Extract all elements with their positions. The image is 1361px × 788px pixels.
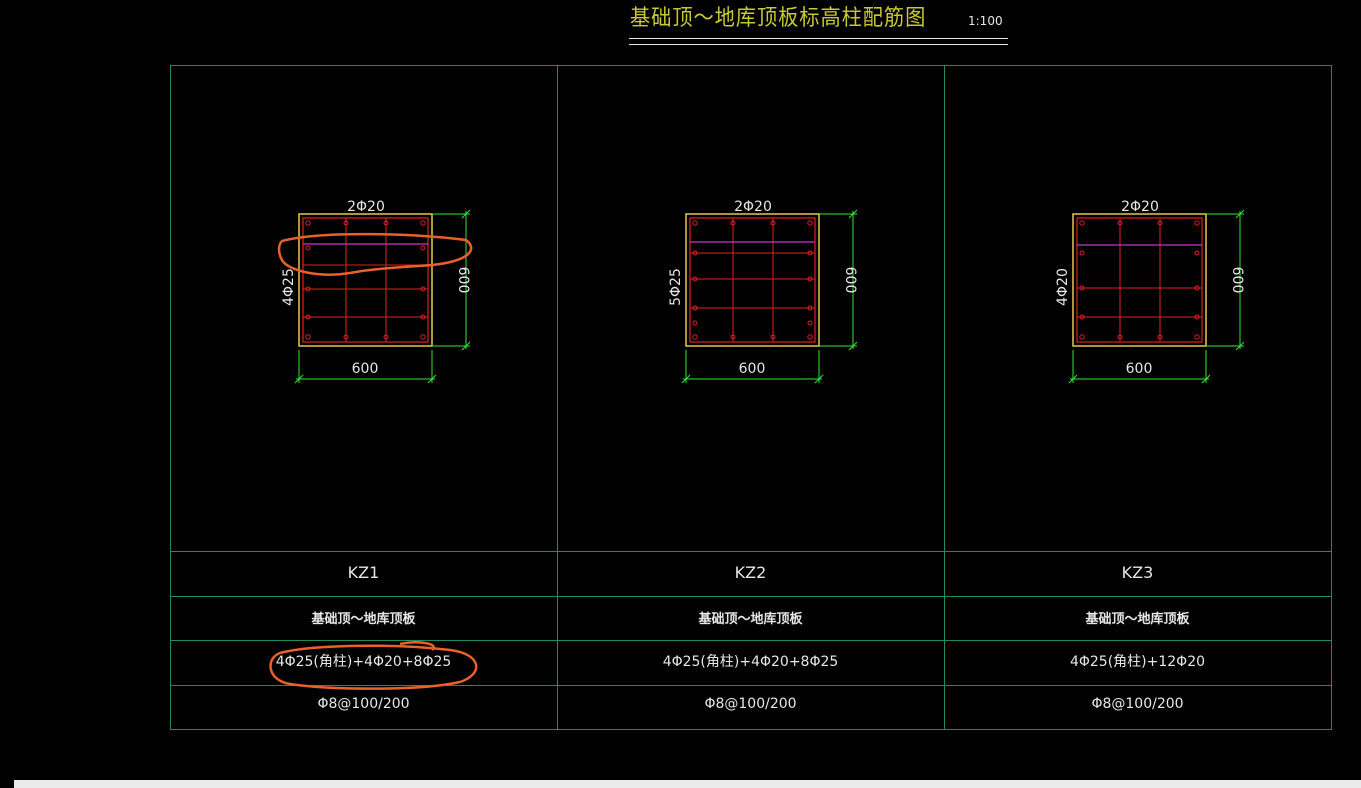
kz3-section-drawing: 2Φ20 4Φ20 600 600	[1055, 199, 1245, 384]
kz3-width-label: 600	[1126, 361, 1153, 377]
column-kz1: 2Φ20 4Φ25 600 600 KZ1 基础顶～地库顶板 4Φ25(角柱)+…	[170, 65, 557, 730]
column-kz3: 2Φ20 4Φ20 600 600 KZ3 基础顶～地库顶板 4Φ25(角柱)+…	[944, 65, 1331, 730]
kz2-top-rebar-label: 2Φ20	[734, 199, 772, 215]
kz3-side-rebar-label: 4Φ20	[1055, 268, 1071, 306]
kz1-top-rebar-label: 2Φ20	[347, 199, 385, 215]
kz2-outline	[685, 213, 820, 347]
kz2-stirrup	[689, 217, 816, 343]
kz3-name: KZ3	[1121, 563, 1154, 582]
kz2-bars	[692, 220, 813, 340]
kz2-section: 2Φ20 5Φ25 600 600	[668, 199, 858, 384]
kz1-elevation-range: 基础顶～地库顶板	[311, 612, 416, 627]
kz2-width-label: 600	[739, 361, 766, 377]
drawing-header: 基础顶～地库顶板标高柱配筋图 1:100	[0, 0, 1361, 60]
kz3-stirrup-spec: Φ8@100/200	[1091, 696, 1184, 712]
kz3-dimensions	[1068, 209, 1245, 384]
kz1-bars	[305, 220, 426, 340]
kz2-height-label: 600	[842, 267, 858, 294]
drawing-title: 基础顶～地库顶板标高柱配筋图	[630, 6, 927, 31]
kz3-section: 2Φ20 4Φ20 600 600	[1055, 199, 1245, 384]
kz2-section-drawing: 2Φ20 5Φ25 600 600	[668, 199, 858, 384]
kz1-side-rebar-label: 4Φ25	[281, 268, 297, 306]
kz1-width-label: 600	[352, 361, 379, 377]
column-schedule-table: 2Φ20 4Φ25 600 600 KZ1 基础顶～地库顶板 4Φ25(角柱)+…	[170, 65, 1332, 730]
kz3-longitudinal-rebar: 4Φ25(角柱)+12Φ20	[1069, 654, 1206, 670]
kz2-longitudinal-rebar: 4Φ25(角柱)+4Φ20+8Φ25	[662, 654, 839, 670]
kz1-height-label: 600	[455, 267, 471, 294]
kz1-highlight-annotation	[277, 232, 473, 276]
kz3-top-rebar-label: 2Φ20	[1121, 199, 1159, 215]
kz1-stirrup-spec: Φ8@100/200	[317, 696, 410, 712]
title-underline-2	[629, 44, 1008, 45]
kz3-elevation-range: 基础顶～地库顶板	[1085, 612, 1190, 627]
column-kz2: 2Φ20 5Φ25 600 600 KZ2 基础顶～地库顶板 4Φ25(角柱)+…	[557, 65, 944, 730]
kz1-section: 2Φ20 4Φ25 600 600	[277, 199, 473, 384]
kz2-stirrup-spec: Φ8@100/200	[704, 696, 797, 712]
kz1-rebar-highlight-annotation	[269, 641, 478, 690]
title-underline	[629, 38, 1008, 39]
kz1-rebar-annotation-svg	[269, 641, 478, 690]
status-bar	[14, 780, 1361, 788]
kz2-name: KZ2	[734, 563, 767, 582]
kz3-bars	[1079, 220, 1200, 340]
kz2-side-rebar-label: 5Φ25	[668, 268, 684, 306]
kz1-section-drawing: 2Φ20 4Φ25 600 600	[277, 199, 473, 384]
kz1-name: KZ1	[347, 563, 380, 582]
scale-label: 1:100	[968, 14, 1003, 28]
kz3-outline	[1072, 213, 1207, 347]
kz3-height-label: 600	[1229, 267, 1245, 294]
kz3-stirrup	[1076, 217, 1203, 343]
kz2-dimensions	[681, 209, 858, 384]
kz2-elevation-range: 基础顶～地库顶板	[698, 612, 803, 627]
